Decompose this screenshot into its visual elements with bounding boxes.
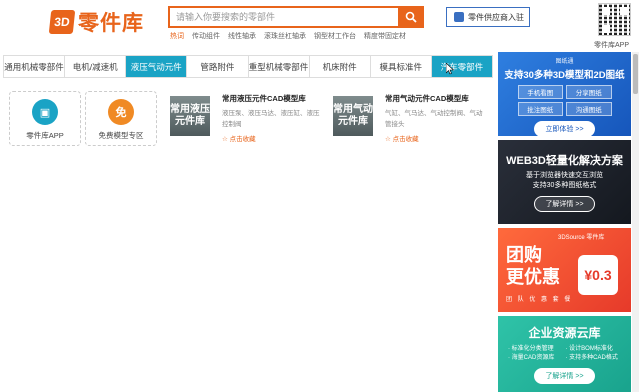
feature-item: 手机看图 — [517, 85, 563, 99]
banner-title: 支持30多种3D模型和2D图纸 — [504, 70, 625, 81]
card-description: 气缸、气马达、气动控制阀、气动管接头 — [385, 110, 483, 128]
tab-machine-tool-accessories[interactable]: 机床附件 — [310, 56, 371, 77]
banner-drawing-viewer[interactable]: 图纸通 支持30多种3D模型和2D图纸 手机看图 分享图纸 批注图纸 沟通图纸 … — [498, 52, 631, 136]
hot-term[interactable]: 滚珠丝杠轴承 — [264, 31, 306, 41]
tab-motor-reducer[interactable]: 电机/减速机 — [65, 56, 127, 77]
app-tile-label: 零件库APP — [26, 131, 64, 140]
logo-badge: 3D — [48, 10, 76, 34]
app-tile[interactable]: ▣ 零件库APP — [9, 91, 81, 146]
headline-line: 更优惠 — [506, 267, 560, 287]
favorite-label: 点击收藏 — [229, 136, 256, 143]
site-logo[interactable]: 3D 零件库 — [48, 7, 144, 37]
search-bar — [168, 6, 424, 28]
favorite-link[interactable]: ☆ 点击收藏 — [222, 133, 256, 143]
hot-term[interactable]: 钢型材工作台 — [314, 31, 356, 41]
search-icon — [405, 11, 417, 23]
feature-item: 沟通图纸 — [566, 102, 612, 116]
category-nav: 通用机械零部件 电机/减速机 液压气动元件 管路附件 重型机械零部件 机床附件 … — [3, 55, 493, 78]
hot-term[interactable]: 线性轴承 — [228, 31, 256, 41]
logo-text: 零件库 — [78, 11, 144, 35]
feature-item: 分享图纸 — [566, 85, 612, 99]
feature-item: · 标准化分类管理 — [508, 346, 554, 352]
learn-more-button[interactable]: 了解详情 >> — [534, 196, 595, 212]
feature-item: 批注图纸 — [517, 102, 563, 116]
banner-subtitle: 支持30多种图纸格式 — [532, 182, 597, 189]
price-tag: ¥0.3 — [578, 255, 618, 295]
try-now-button[interactable]: 立即体验 >> — [534, 121, 595, 136]
mouse-cursor-icon — [446, 63, 454, 75]
banner-group-buy[interactable]: 3DSource 零件库 团购 更优惠 ¥0.3 团 队 优 惠 套 餐 — [498, 228, 631, 312]
free-icon: 免 — [108, 99, 134, 125]
product-card-pneumatic[interactable]: 常用气动元件库 常用气动元件CAD模型库 气缸、气马达、气动控制阀、气动管接头 … — [333, 93, 483, 153]
banner-brand: 图纸通 — [555, 59, 574, 65]
learn-more-button[interactable]: 了解详情 >> — [534, 368, 595, 384]
favorite-label: 点击收藏 — [392, 136, 419, 143]
headline-line: 团购 — [506, 245, 542, 265]
banner-headline: 团购 更优惠 — [506, 244, 560, 288]
tab-heavy-machinery[interactable]: 重型机械零部件 — [249, 56, 310, 77]
search-input[interactable] — [168, 6, 398, 28]
feature-item: · 设计BOM标准化 — [565, 346, 613, 352]
card-thumbnail: 常用气动元件库 — [333, 96, 373, 136]
card-title[interactable]: 常用气动元件CAD模型库 — [385, 93, 469, 104]
feature-item: · 海量CAD资源库 — [508, 355, 555, 361]
scrollbar-thumb[interactable] — [633, 54, 638, 94]
banner-tags: 团 队 优 惠 套 餐 — [506, 297, 573, 303]
hot-terms: 热词 传动组件 线性轴承 滚珠丝杠轴承 钢型材工作台 精度带固定材 — [170, 31, 406, 41]
feature-list: · 标准化分类管理 · 设计BOM标准化 · 海量CAD资源库 · 支持多种CA… — [498, 341, 631, 363]
card-description: 液压泵、液压马达、液压缸、液压控制阀 — [222, 110, 320, 128]
tab-mold-standard-parts[interactable]: 模具标准件 — [371, 56, 432, 77]
banner-brand: 3DSource 零件库 — [558, 235, 605, 241]
scrollbar-track[interactable] — [632, 52, 639, 392]
card-thumbnail: 常用液压元件库 — [170, 96, 210, 136]
banner-title: WEB3D轻量化解决方案 — [506, 155, 623, 167]
supplier-join-button[interactable]: 零件供应商入驻 — [446, 7, 530, 27]
banner-web3d[interactable]: WEB3D轻量化解决方案 基于浏览器快速交互浏览 支持30多种图纸格式 了解详情… — [498, 140, 631, 224]
banner-title: 企业资源云库 — [528, 326, 601, 340]
hot-term[interactable]: 传动组件 — [192, 31, 220, 41]
tab-general-mechanical[interactable]: 通用机械零部件 — [4, 56, 66, 77]
app-icon: ▣ — [32, 99, 58, 125]
free-models-tile[interactable]: 免 免费模型专区 — [85, 91, 157, 146]
tab-hydraulic-pneumatic[interactable]: 液压气动元件 — [126, 56, 188, 77]
banner-enterprise-cloud[interactable]: 企业资源云库 · 标准化分类管理 · 设计BOM标准化 · 海量CAD资源库 ·… — [498, 316, 631, 392]
supplier-join-label: 零件供应商入驻 — [468, 12, 524, 22]
hot-term[interactable]: 精度带固定材 — [364, 31, 406, 41]
qr-code — [598, 3, 631, 36]
banner-subtitle: 基于浏览器快速交互浏览 — [526, 172, 603, 179]
tab-pipe-fittings[interactable]: 管路附件 — [187, 56, 249, 77]
product-card-hydraulic[interactable]: 常用液压元件库 常用液压元件CAD模型库 液压泵、液压马达、液压缸、液压控制阀 … — [170, 93, 320, 153]
search-button[interactable] — [398, 6, 424, 28]
tab-auto-parts[interactable]: 汽车零部件 — [431, 56, 492, 77]
edit-icon — [454, 12, 464, 22]
free-models-label: 免费模型专区 — [98, 131, 144, 140]
feature-item: · 支持多种CAD格式 — [565, 355, 618, 361]
card-title[interactable]: 常用液压元件CAD模型库 — [222, 93, 306, 104]
feature-grid: 手机看图 分享图纸 批注图纸 沟通图纸 — [517, 85, 612, 116]
hot-label: 热词 — [170, 33, 184, 40]
favorite-link[interactable]: ☆ 点击收藏 — [385, 133, 419, 143]
qr-label: 零件库APP — [594, 42, 630, 49]
